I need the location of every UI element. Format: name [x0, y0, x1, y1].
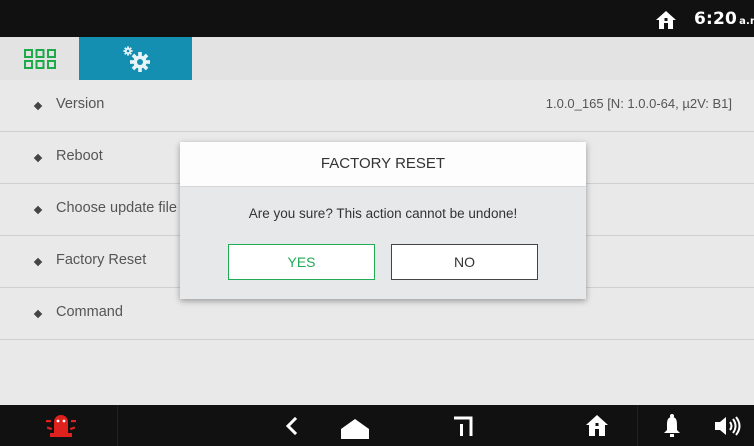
yes-button[interactable]: YES [228, 244, 375, 280]
back-icon[interactable] [284, 417, 298, 435]
dialog-header: FACTORY RESET [180, 142, 586, 187]
dialog-message: Are you sure? This action cannot be undo… [248, 206, 518, 221]
list-item-label: Version [56, 96, 105, 112]
alarm-icon [46, 415, 76, 437]
factory-reset-dialog: FACTORY RESET Are you sure? This action … [180, 142, 586, 299]
recent-icon[interactable] [453, 415, 475, 437]
version-value: 1.0.0_165 [N: 1.0.0-64, µ2V: B1] [545, 96, 732, 111]
grid-icon [24, 49, 56, 69]
home-icon [656, 11, 676, 29]
list-item-version[interactable]: Version 1.0.0_165 [N: 1.0.0-64, µ2V: B1] [0, 80, 754, 132]
dialog-title: FACTORY RESET [320, 155, 446, 172]
tab-settings[interactable] [79, 37, 192, 80]
alarm-button[interactable] [0, 405, 118, 446]
status-bar: 6:20a.m. [0, 0, 754, 37]
bullet-icon [33, 257, 43, 267]
tab-row [0, 37, 754, 80]
clock-ampm: a.m. [739, 16, 754, 27]
bullet-icon [33, 309, 43, 319]
list-item-label: Reboot [56, 148, 103, 164]
gear-icon [123, 46, 150, 72]
no-button[interactable]: NO [391, 244, 538, 280]
bullet-icon [33, 205, 43, 215]
clock-time: 6:20 [694, 9, 738, 29]
list-item-label: Command [56, 304, 123, 320]
screen: 6:20a.m. [0, 0, 754, 446]
clock: 6:20a.m. [694, 9, 754, 29]
bullet-icon [33, 101, 43, 111]
list-item-label: Choose update file [56, 200, 177, 216]
bullet-icon [33, 153, 43, 163]
bell-icon[interactable] [663, 414, 681, 438]
volume-icon[interactable] [714, 416, 742, 436]
nav-bar [0, 405, 754, 446]
home-nav-icon[interactable] [340, 419, 370, 439]
house-icon[interactable] [586, 415, 608, 436]
nav-divider [637, 405, 638, 446]
tab-apps-grid[interactable] [0, 37, 79, 80]
list-item-label: Factory Reset [56, 252, 147, 268]
